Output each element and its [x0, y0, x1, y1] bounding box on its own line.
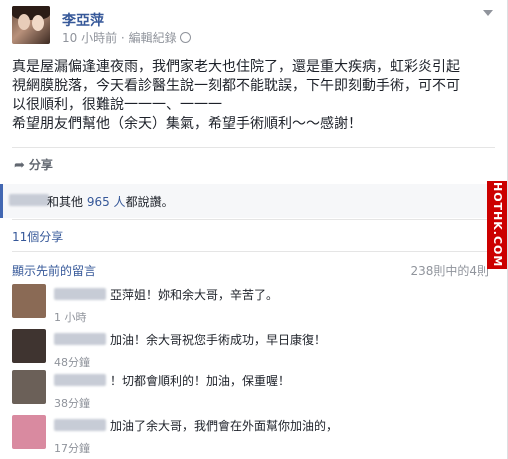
- share-label: 分享: [28, 158, 53, 172]
- divider: [12, 219, 495, 220]
- commenter-avatar[interactable]: [12, 370, 46, 404]
- comment-item: 加油！余大哥祝您手術成功，早日康復！ 48分鐘: [12, 329, 495, 373]
- commenter-avatar[interactable]: [12, 415, 46, 449]
- author-name[interactable]: 李亞萍: [62, 10, 104, 30]
- globe-icon: [180, 32, 192, 43]
- author-avatar[interactable]: [12, 6, 50, 44]
- comment-count: 238則中的4則: [410, 264, 489, 278]
- share-button[interactable]: ➦ 分享: [14, 156, 53, 173]
- post-header: 李亞萍 10 小時前 · 編輯紀錄: [10, 4, 497, 48]
- comment-text: 亞萍姐！妳和余大哥，辛苦了。: [110, 288, 279, 302]
- redacted-name: [9, 194, 49, 206]
- likes-suffix: 都說讚。: [125, 195, 174, 209]
- facebook-post-card: 李亞萍 10 小時前 · 編輯紀錄 真是屋漏偏逢連夜雨，我們家老大也住院了，還是…: [0, 0, 508, 459]
- redacted-commenter-name[interactable]: [54, 288, 106, 300]
- likes-prefix: 和其他: [47, 195, 87, 209]
- divider: [12, 251, 495, 252]
- redacted-commenter-name[interactable]: [54, 419, 106, 431]
- share-arrow-icon: ➦: [14, 158, 25, 173]
- comment-time[interactable]: 17分鐘: [54, 440, 90, 456]
- post-text-line: 真是屋漏偏逢連夜雨，我們家老大也住院了，還是重大疾病，虹彩炎引起: [12, 59, 460, 75]
- commenter-avatar[interactable]: [12, 329, 46, 363]
- chevron-down-icon[interactable]: [483, 10, 493, 16]
- edit-history-link[interactable]: 編輯紀錄: [129, 31, 177, 45]
- post-text-line: 視網膜脫落，今天看診醫生說一刻都不能耽誤，下午即刻動手術，可不可: [12, 78, 460, 94]
- post-text-line: 希望朋友們幫他（余天）集氣，希望手術順利～～感謝！: [12, 116, 362, 132]
- site-watermark: HOTHK.COM: [487, 181, 507, 269]
- comment-time[interactable]: 38分鐘: [54, 395, 90, 411]
- likes-summary[interactable]: 和其他 965 人都說讚。: [0, 184, 507, 218]
- comment-text: ！切都會順利的！加油，保重喔！: [110, 374, 291, 388]
- redacted-commenter-name[interactable]: [54, 333, 106, 345]
- redacted-commenter-name[interactable]: [54, 374, 106, 386]
- post-text-line: 以很順利，很難說一一一、一一一: [12, 97, 222, 113]
- comment-item: 亞萍姐！妳和余大哥，辛苦了。 1 小時: [12, 284, 495, 328]
- shares-count-link[interactable]: 11個分享: [12, 228, 63, 245]
- post-meta: 10 小時前 · 編輯紀錄: [62, 29, 192, 46]
- likes-text: 和其他 965 人都說讚。: [47, 193, 174, 210]
- show-previous-comments-link[interactable]: 顯示先前的留言: [12, 262, 96, 279]
- comment-time[interactable]: 48分鐘: [54, 354, 90, 370]
- meta-separator: ·: [120, 31, 125, 45]
- divider: [12, 147, 495, 148]
- post-body: 真是屋漏偏逢連夜雨，我們家老大也住院了，還是重大疾病，虹彩炎引起 視網膜脫落，今…: [12, 58, 502, 134]
- comment-item: 加油了余大哥，我們會在外面幫你加油的， 17分鐘: [12, 415, 495, 459]
- likes-count[interactable]: 965 人: [87, 195, 126, 209]
- comment-item: ！切都會順利的！加油，保重喔！ 38分鐘: [12, 370, 495, 414]
- comment-text: 加油！余大哥祝您手術成功，早日康復！: [110, 333, 327, 347]
- commenter-avatar[interactable]: [12, 284, 46, 318]
- post-timestamp[interactable]: 10 小時前: [62, 31, 117, 45]
- comment-text: 加油了余大哥，我們會在外面幫你加油的，: [110, 419, 339, 433]
- comment-time[interactable]: 1 小時: [54, 309, 87, 325]
